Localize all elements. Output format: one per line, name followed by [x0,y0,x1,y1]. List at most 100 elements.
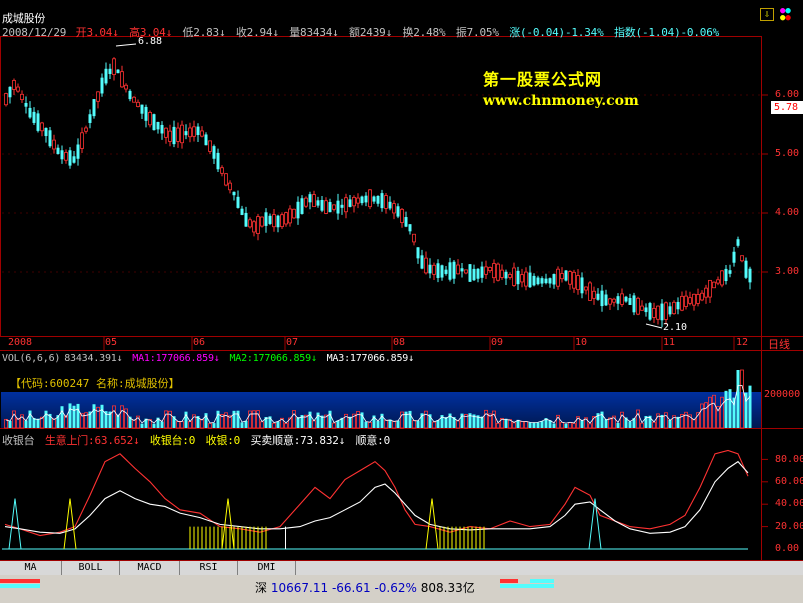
candle-body [584,286,588,291]
candle-body [660,303,664,321]
volume-bar [564,423,568,428]
volume-bar [436,420,440,428]
volume-bar [552,423,556,428]
open-label: 开 [75,26,87,39]
candle-body [348,199,352,207]
candle-body [452,261,456,279]
volume-bar [240,422,244,428]
month-label: 2008 [8,337,33,348]
candle-body [592,290,596,299]
signal-spike [425,498,439,550]
candle-body [516,270,520,285]
candle-body [272,214,276,228]
month-label: 06 [193,337,206,348]
volume-bar [396,420,400,428]
candle-body [688,297,692,304]
candle-body [192,126,196,137]
candle-body [180,124,184,144]
indicator-dots-icon[interactable]: ●● ●● [780,7,800,23]
candle-body [60,150,64,160]
candle-body [132,96,136,103]
volume-bar [376,420,380,428]
ma1-value: 177066.859 [155,353,214,364]
candle-body [476,268,480,279]
candle-body [224,173,228,186]
candle-body [144,106,148,121]
tab-ma[interactable]: MA [0,561,62,575]
quote-line: 2008/12/29 开3.04↓ 高3.04↓ 低2.83↓ 收2.94↓ 量… [2,26,720,39]
month-label: 05 [105,337,118,348]
candle-body [292,208,296,219]
volume-bar [232,410,236,428]
candle-body [496,263,500,281]
candle-body [108,68,112,75]
candle-body [268,215,272,224]
candle-body [12,80,16,90]
candle-body [528,272,532,288]
turnover-label: 换 [402,26,414,39]
candle-body [728,270,732,274]
volume-bar [628,421,632,428]
candle-body [432,264,436,275]
volume-bar [416,420,420,428]
peak-leader-line [115,43,137,47]
indicator-panel-header: 收银台 生意上门:63.652↓ 收银台:0 收银:0 买卖顺意:73.832↓… [2,434,391,447]
candle-body [444,269,448,274]
tab-macd[interactable]: MACD [120,561,180,575]
candle-body [136,101,140,107]
candle-body [64,152,68,161]
candle-body [36,113,40,131]
lock-icon[interactable]: ⇩ [760,8,774,21]
candle-body [708,279,712,298]
market-index[interactable]: 深 10667.11 -66.61 -0.62% 808.33亿 [255,579,475,596]
candle-body [152,114,156,131]
volume-bar [244,420,248,428]
candle-body [736,239,740,246]
candle-body [488,267,492,272]
price-axis-label: 3.00 [775,266,800,277]
candle-body [48,130,52,147]
candle-body [420,255,424,269]
price-axis-label: 6.00 [775,89,800,100]
volume-bar [44,410,48,428]
price-axis-label: 5.00 [775,148,800,159]
tab-dmi[interactable]: DMI [238,561,296,575]
indicator-axis-label: 60.00 [775,476,803,487]
candle-body [616,296,620,304]
tab-rsi[interactable]: RSI [180,561,238,575]
tab-boll[interactable]: BOLL [62,561,120,575]
volume-bar [580,420,584,428]
volume-bar [236,410,240,428]
volume-bar [60,406,64,428]
candle-body [520,274,524,283]
watermark-url: www.chnmoney.com [483,93,639,109]
candle-body [140,104,144,114]
watermark-title: 第一股票公式网 [483,70,603,89]
signal-marker [285,526,286,549]
volume-bar [604,419,608,428]
candle-body [116,69,120,74]
candle-body [168,130,172,142]
period-label[interactable]: 日线 [768,336,790,352]
candle-body [184,131,188,136]
ma2-value: 177066.859 [252,353,311,364]
volume-bar [160,421,164,428]
volume-bar [72,405,76,428]
candle-body [300,198,304,214]
month-label: 07 [286,337,299,348]
candle-body [720,270,724,286]
candle-body [644,307,648,313]
candle-body [424,257,428,274]
candle-body [552,274,556,285]
candle-body [84,127,88,132]
chart-canvas[interactable] [0,0,803,603]
candle-body [296,201,300,219]
ma1-label: MA1: [132,353,156,364]
candle-body [696,294,700,304]
indicator-title: 收银台 [2,434,35,447]
candle-body [580,277,584,294]
candle-body [460,268,464,272]
trough-leader-line [645,323,663,329]
volume-bar [724,390,728,428]
candle-body [20,93,24,101]
